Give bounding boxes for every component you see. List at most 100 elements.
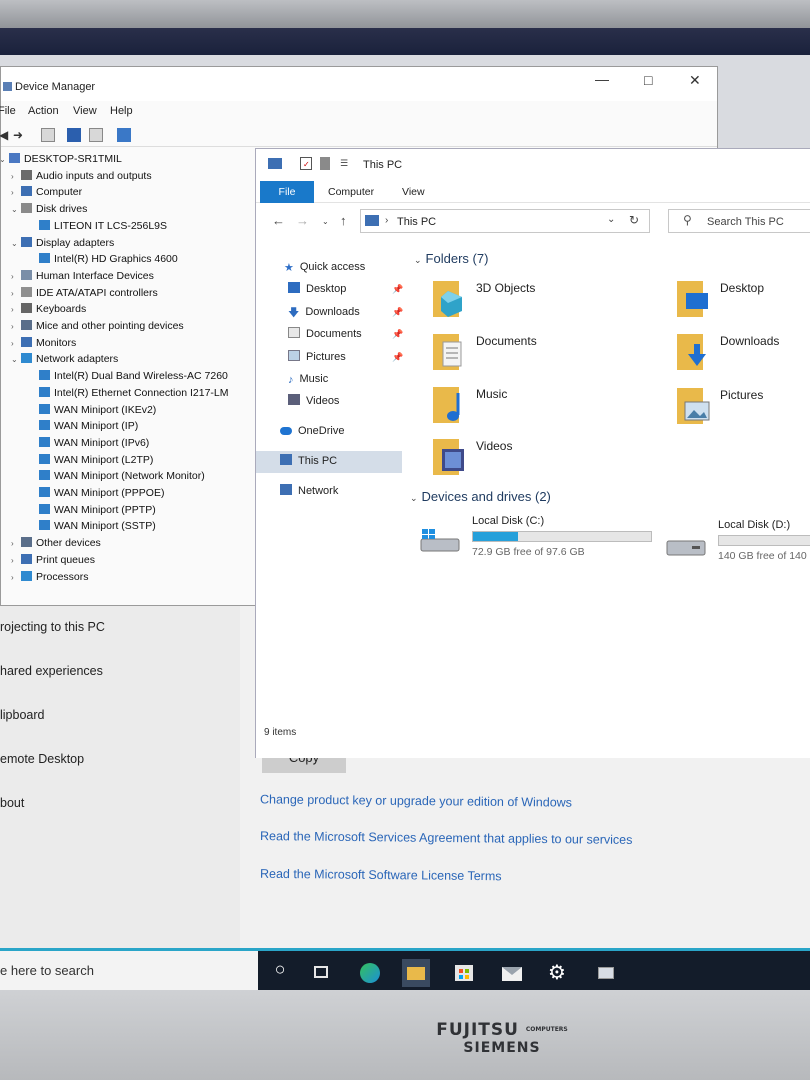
nav-music[interactable]: ♪ Music [288, 369, 328, 389]
device-tree-item[interactable]: ⌄ Network adapters [11, 351, 118, 367]
device-tree-item[interactable]: LITEON IT LCS-256L9S [39, 218, 167, 234]
folder-downloads[interactable]: Downloads [676, 332, 810, 380]
minimize-button[interactable]: — [595, 71, 609, 87]
nav-onedrive[interactable]: OneDrive [280, 421, 344, 441]
drive-d[interactable]: Local Disk (D:) 140 GB free of 140 [666, 519, 810, 565]
device-tree-item[interactable]: WAN Miniport (SSTP) [39, 518, 156, 534]
expand-chevron-icon[interactable]: › [11, 536, 21, 552]
device-tree-item[interactable]: › Print queues [11, 552, 95, 568]
device-tree-item[interactable]: WAN Miniport (IP) [39, 418, 138, 434]
refresh-icon[interactable]: ↻ [629, 213, 639, 227]
device-tree-item[interactable]: Intel(R) Ethernet Connection I217-LM [39, 385, 229, 401]
start-circle-icon[interactable]: ○ [266, 959, 294, 987]
device-tree-item[interactable]: WAN Miniport (Network Monitor) [39, 468, 205, 484]
customize-qa-icon[interactable]: ☰ [340, 158, 348, 169]
maximize-button[interactable]: □ [644, 72, 652, 88]
device-tree-item[interactable]: › Audio inputs and outputs [11, 168, 152, 184]
device-tree-item[interactable]: Intel(R) HD Graphics 4600 [39, 251, 178, 267]
folder-music[interactable]: Music [432, 385, 612, 433]
menu-action[interactable]: Action [28, 105, 59, 117]
device-tree-item[interactable]: ⌄ Display adapters [11, 235, 114, 251]
link-license-terms[interactable]: Read the Microsoft Software License Term… [260, 867, 502, 884]
folder-documents[interactable]: Documents [432, 332, 612, 380]
settings-nav-clipboard[interactable]: lipboard [0, 708, 44, 722]
settings-nav-shared-experiences[interactable]: hared experiences [0, 664, 103, 678]
search-box[interactable]: ⚲ Search This PC [668, 209, 810, 233]
folder-pictures[interactable]: Pictures [676, 386, 810, 434]
pin-icon[interactable]: 📌 [392, 284, 403, 295]
folder-videos[interactable]: Videos [432, 437, 612, 485]
collapse-chevron-icon[interactable]: ⌄ [11, 352, 21, 368]
menu-help[interactable]: Help [110, 105, 133, 117]
nav-pictures[interactable]: Pictures [288, 347, 346, 367]
help-icon[interactable] [67, 128, 81, 142]
expand-chevron-icon[interactable]: › [11, 302, 21, 318]
close-button[interactable]: ✕ [689, 72, 701, 89]
back-arrow-icon[interactable]: ← [272, 213, 285, 228]
expand-chevron-icon[interactable]: › [11, 185, 21, 201]
nav-this-pc[interactable]: This PC [280, 451, 337, 471]
nav-documents[interactable]: Documents [288, 324, 362, 344]
address-bar[interactable]: › This PC ⌄ ↻ [360, 209, 650, 233]
nav-videos[interactable]: Videos [288, 391, 339, 411]
device-tree-item[interactable]: WAN Miniport (L2TP) [39, 452, 153, 468]
collapse-chevron-icon[interactable]: ⌄ [11, 202, 21, 218]
nav-quick-access[interactable]: ★ Quick access [284, 257, 365, 277]
search-input[interactable]: Search This PC [707, 216, 784, 228]
device-manager-icon[interactable] [592, 959, 620, 994]
expand-chevron-icon[interactable]: › [11, 336, 21, 352]
device-tree-item[interactable]: WAN Miniport (PPTP) [39, 502, 156, 518]
tab-view[interactable]: View [390, 181, 437, 203]
device-tree-item[interactable]: WAN Miniport (IPv6) [39, 435, 149, 451]
device-tree-item[interactable]: WAN Miniport (PPPOE) [39, 485, 164, 501]
tab-file[interactable]: File [260, 181, 314, 203]
expand-chevron-icon[interactable]: › [11, 319, 21, 335]
forward-arrow-icon[interactable]: → [296, 213, 309, 228]
scan-hardware-icon[interactable] [117, 128, 131, 142]
tab-computer[interactable]: Computer [316, 181, 386, 203]
settings-icon[interactable]: ⚙ [543, 959, 571, 994]
settings-nav-projecting[interactable]: rojecting to this PC [0, 620, 105, 634]
recent-dropdown-icon[interactable]: ⌄ [322, 217, 329, 226]
link-services-agreement[interactable]: Read the Microsoft Services Agreement th… [260, 829, 633, 847]
mail-icon[interactable] [498, 959, 526, 987]
address-dropdown-icon[interactable]: ⌄ [607, 214, 615, 225]
nav-desktop[interactable]: Desktop [288, 279, 346, 299]
device-tree-item[interactable]: › IDE ATA/ATAPI controllers [11, 285, 158, 301]
folders-heading[interactable]: ⌄ Folders (7) [414, 251, 488, 266]
drives-heading[interactable]: ⌄ Devices and drives (2) [410, 489, 551, 504]
nav-downloads[interactable]: 🡇 Downloads [288, 302, 360, 322]
folder-3d-objects[interactable]: 3D Objects [432, 279, 612, 327]
pin-icon[interactable]: 📌 [392, 352, 403, 363]
pin-icon[interactable]: 📌 [392, 329, 403, 340]
device-tree-item[interactable]: › Computer [11, 184, 82, 200]
device-tree-item[interactable]: › Monitors [11, 335, 76, 351]
device-tree-item[interactable]: Intel(R) Dual Band Wireless-AC 7260 [39, 368, 228, 384]
back-icon[interactable]: ◀ [0, 128, 13, 142]
settings-nav-about[interactable]: bout [0, 796, 24, 810]
view-icon[interactable] [89, 128, 103, 142]
device-tree-item[interactable]: › Human Interface Devices [11, 268, 154, 284]
settings-nav-remote-desktop[interactable]: emote Desktop [0, 752, 84, 766]
edge-icon[interactable] [356, 959, 384, 987]
menu-file[interactable]: File [0, 105, 16, 117]
link-change-product-key[interactable]: Change product key or upgrade your editi… [260, 792, 572, 809]
device-tree-item[interactable]: › Mice and other pointing devices [11, 318, 184, 334]
properties-icon[interactable] [41, 128, 55, 142]
expand-chevron-icon[interactable]: › [11, 553, 21, 569]
expand-chevron-icon[interactable]: › [11, 570, 21, 582]
device-tree-item[interactable]: ⌄ Disk drives [11, 201, 87, 217]
drive-c[interactable]: Local Disk (C:) 72.9 GB free of 97.6 GB [420, 515, 660, 561]
new-folder-qa-icon[interactable] [320, 157, 330, 170]
expand-chevron-icon[interactable]: › [11, 269, 21, 285]
collapse-chevron-icon[interactable]: ⌄ [11, 236, 21, 252]
expand-chevron-icon[interactable]: › [11, 169, 21, 185]
device-tree-item[interactable]: ⌄ DESKTOP-SR1TMIL [1, 151, 122, 167]
device-tree-item[interactable]: › Keyboards [11, 301, 86, 317]
folder-desktop[interactable]: Desktop [676, 279, 810, 327]
file-explorer-icon[interactable] [402, 959, 430, 994]
collapse-chevron-icon[interactable]: ⌄ [1, 152, 9, 168]
pin-icon[interactable]: 📌 [392, 307, 403, 318]
expand-chevron-icon[interactable]: › [11, 286, 21, 302]
device-tree-item[interactable]: › Processors [11, 569, 89, 582]
